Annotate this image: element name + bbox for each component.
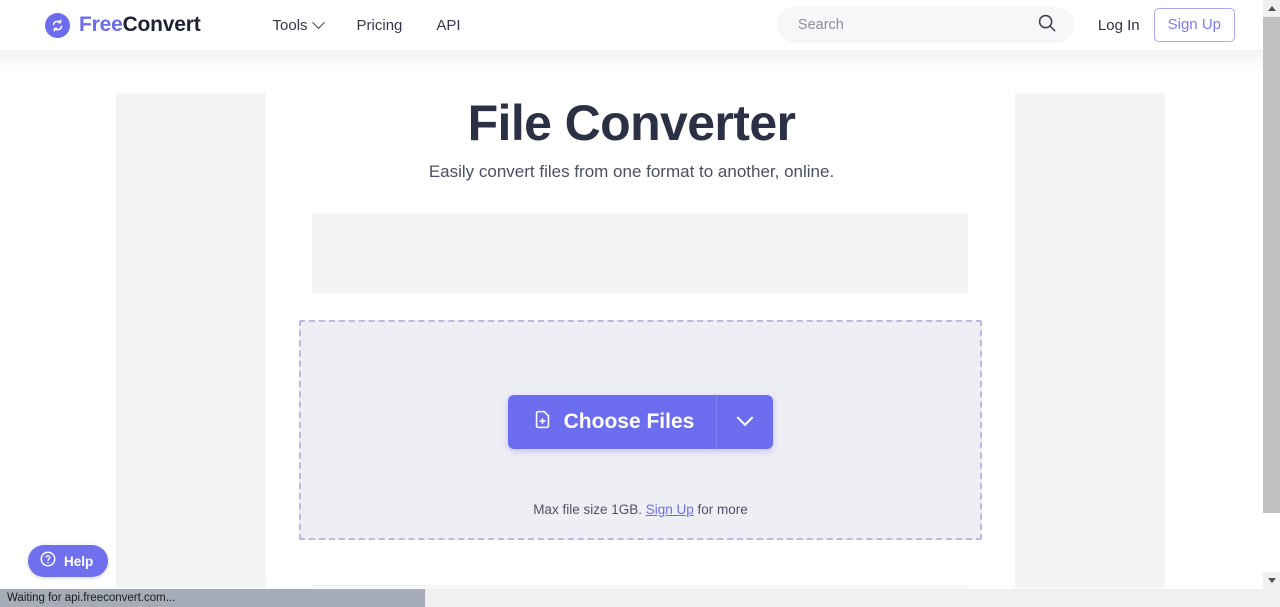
vertical-scrollbar-thumb[interactable] [1263, 17, 1280, 513]
nav-item-pricing[interactable]: Pricing [357, 17, 403, 34]
nav-item-tools-label: Tools [272, 16, 308, 34]
site-header: FreeConvert Tools Pricing API Search Log… [0, 0, 1263, 50]
choose-files-dropdown-button[interactable] [717, 395, 773, 449]
brand-logo[interactable]: FreeConvert [45, 12, 201, 38]
nav-item-tools[interactable]: Tools [272, 15, 325, 34]
choose-files-row: Choose Files [301, 395, 980, 449]
ad-placeholder-top [312, 213, 968, 293]
search-icon[interactable] [1036, 12, 1058, 39]
brand-name-suffix: Convert [122, 13, 201, 36]
max-file-size-signup-link[interactable]: Sign Up [646, 502, 694, 517]
login-link[interactable]: Log In [1098, 17, 1140, 34]
status-bar: Waiting for api.freeconvert.com... [0, 589, 184, 607]
vertical-scrollbar[interactable] [1263, 0, 1280, 589]
choose-files-group: Choose Files [507, 395, 774, 449]
signup-button[interactable]: Sign Up [1153, 8, 1235, 42]
search-box[interactable] [776, 7, 1074, 43]
sync-circle-icon [45, 12, 70, 38]
main-navigation: Tools Pricing API [272, 15, 461, 34]
search-input[interactable] [797, 17, 1036, 33]
header-actions: Log In Sign Up [776, 0, 1235, 50]
choose-files-button[interactable]: Choose Files [508, 395, 718, 449]
page-content: File Converter Easily convert files from… [0, 50, 1263, 603]
scroll-down-button[interactable] [1263, 572, 1280, 589]
help-widget-label: Help [64, 553, 94, 569]
triangle-down-icon [1267, 578, 1276, 583]
nav-item-api-label: API [436, 16, 461, 34]
chevron-down-icon [311, 15, 325, 29]
header-shadow [0, 50, 1263, 72]
scroll-up-button[interactable] [1263, 0, 1280, 17]
question-circle-icon [39, 550, 57, 573]
triangle-up-icon [1267, 6, 1276, 11]
brand-wordmark: FreeConvert [79, 13, 201, 37]
max-file-size-note: Max file size 1GB. Sign Up for more [301, 502, 980, 517]
page-subtitle: Easily convert files from one format to … [428, 162, 835, 181]
brand-name-prefix: Free [79, 13, 123, 36]
horizontal-scrollbar[interactable] [0, 589, 1280, 607]
choose-files-label: Choose Files [563, 410, 695, 433]
max-file-size-suffix: for more [697, 502, 748, 517]
chevron-down-icon [736, 409, 754, 427]
help-widget-button[interactable]: Help [28, 545, 109, 577]
file-dropzone[interactable]: Choose Files Max file size 1GB. Sign Up … [299, 320, 982, 540]
status-bar-text: Waiting for api.freeconvert.com... [7, 592, 176, 604]
browser-viewport: FreeConvert Tools Pricing API Search Log… [0, 0, 1280, 607]
file-plus-icon [532, 409, 553, 436]
nav-item-pricing-label: Pricing [356, 16, 403, 34]
nav-item-api[interactable]: API [436, 17, 460, 34]
max-file-size-text: Max file size 1GB. [533, 502, 642, 517]
page-title: File Converter [467, 95, 796, 151]
